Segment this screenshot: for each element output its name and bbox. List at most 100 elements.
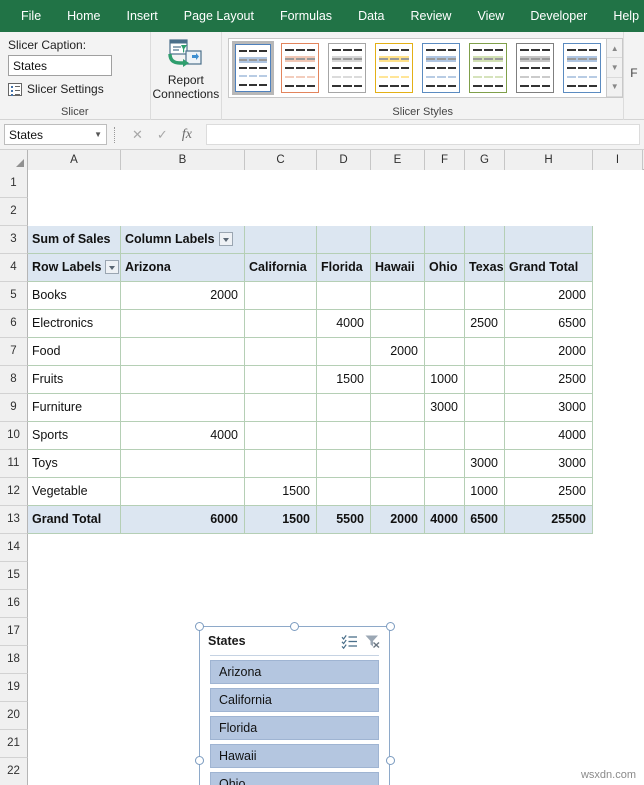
empty-cell[interactable] [371, 590, 425, 618]
empty-cell[interactable] [28, 702, 121, 730]
pivot-cell-value[interactable]: 3000 [425, 394, 465, 422]
pivot-cell-value[interactable]: 2500 [465, 310, 505, 338]
row-header-14[interactable]: 14 [0, 534, 28, 562]
select-all-corner[interactable] [0, 150, 28, 170]
pivot-header-blank[interactable] [317, 226, 371, 254]
column-labels-filter-button[interactable] [218, 231, 233, 246]
empty-cell[interactable] [465, 674, 505, 702]
pivot-cell-value[interactable] [245, 422, 317, 450]
slicer-item-arizona[interactable]: Arizona [210, 660, 379, 684]
empty-cell[interactable] [593, 534, 643, 562]
row-header-2[interactable]: 2 [0, 198, 28, 226]
row-header-1[interactable]: 1 [0, 170, 28, 198]
pivot-cell-value[interactable] [371, 282, 425, 310]
empty-cell[interactable] [245, 198, 317, 226]
empty-cell[interactable] [465, 534, 505, 562]
pivot-cell-value[interactable] [121, 394, 245, 422]
pivot-cell-value[interactable] [425, 338, 465, 366]
empty-cell[interactable] [121, 170, 245, 198]
pivot-row-label[interactable]: Books [28, 282, 121, 310]
empty-cell[interactable] [28, 674, 121, 702]
column-header-E[interactable]: E [371, 150, 425, 170]
empty-cell[interactable] [505, 646, 593, 674]
pivot-cell-value[interactable]: 2500 [505, 478, 593, 506]
pivot-grand-total-value[interactable]: 6500 [465, 506, 505, 534]
pivot-cell-value[interactable] [245, 338, 317, 366]
style-medium-green[interactable] [467, 41, 510, 95]
empty-cell[interactable] [245, 562, 317, 590]
gallery-scroll-down-icon[interactable]: ▼ [607, 58, 623, 78]
pivot-col-header-hawaii[interactable]: Hawaii [371, 254, 425, 282]
pivot-row-label[interactable]: Food [28, 338, 121, 366]
pivot-column-labels-cell[interactable]: Column Labels [121, 226, 245, 254]
row-header-19[interactable]: 19 [0, 674, 28, 702]
empty-cell[interactable] [593, 506, 643, 534]
empty-cell[interactable] [28, 198, 121, 226]
pivot-col-header-ohio[interactable]: Ohio [425, 254, 465, 282]
empty-cell[interactable] [28, 590, 121, 618]
style-light-orange[interactable] [279, 41, 322, 95]
name-box-chevron-down-icon[interactable]: ▼ [94, 130, 102, 139]
pivot-header-blank[interactable] [465, 226, 505, 254]
pivot-grand-total-value[interactable]: 4000 [425, 506, 465, 534]
pivot-cell-value[interactable] [425, 310, 465, 338]
row-header-13[interactable]: 13 [0, 506, 28, 534]
pivot-row-labels-cell[interactable]: Row Labels [28, 254, 121, 282]
slicer-states[interactable]: States Arizona California Florida Hawaii Ohi… [199, 626, 390, 785]
pivot-grand-total-value[interactable]: 5500 [317, 506, 371, 534]
pivot-cell-value[interactable]: 2500 [505, 366, 593, 394]
pivot-cell-value[interactable] [317, 478, 371, 506]
empty-cell[interactable] [425, 198, 465, 226]
ribbon-tab-review[interactable]: Review [397, 0, 464, 32]
pivot-cell-value[interactable]: 4000 [121, 422, 245, 450]
empty-cell[interactable] [593, 310, 643, 338]
style-dark-blue[interactable] [561, 41, 604, 95]
empty-cell[interactable] [593, 226, 643, 254]
cancel-formula-icon[interactable]: ✕ [132, 127, 143, 143]
pivot-cell-value[interactable] [465, 394, 505, 422]
pivot-cell-value[interactable] [121, 310, 245, 338]
empty-cell[interactable] [121, 534, 245, 562]
pivot-cell-value[interactable]: 1500 [317, 366, 371, 394]
row-header-20[interactable]: 20 [0, 702, 28, 730]
row-header-18[interactable]: 18 [0, 646, 28, 674]
pivot-col-header-texas[interactable]: Texas [465, 254, 505, 282]
pivot-cell-value[interactable] [425, 282, 465, 310]
pivot-cell-value[interactable]: 3000 [465, 450, 505, 478]
empty-cell[interactable] [425, 674, 465, 702]
pivot-row-label[interactable]: Vegetable [28, 478, 121, 506]
empty-cell[interactable] [425, 534, 465, 562]
row-header-8[interactable]: 8 [0, 366, 28, 394]
empty-cell[interactable] [28, 170, 121, 198]
slicer-item-hawaii[interactable]: Hawaii [210, 744, 379, 768]
multi-select-icon[interactable] [341, 634, 358, 649]
empty-cell[interactable] [505, 618, 593, 646]
pivot-grand-total-value[interactable]: 1500 [245, 506, 317, 534]
empty-cell[interactable] [505, 170, 593, 198]
empty-cell[interactable] [121, 590, 245, 618]
pivot-cell-value[interactable] [245, 450, 317, 478]
row-header-12[interactable]: 12 [0, 478, 28, 506]
empty-cell[interactable] [371, 562, 425, 590]
empty-cell[interactable] [465, 702, 505, 730]
empty-cell[interactable] [465, 618, 505, 646]
ribbon-tab-home[interactable]: Home [54, 0, 113, 32]
pivot-cell-value[interactable] [317, 422, 371, 450]
empty-cell[interactable] [121, 562, 245, 590]
pivot-cell-value[interactable] [371, 450, 425, 478]
pivot-cell-value[interactable] [465, 422, 505, 450]
empty-cell[interactable] [505, 730, 593, 758]
empty-cell[interactable] [593, 366, 643, 394]
pivot-cell-value[interactable] [371, 478, 425, 506]
column-header-B[interactable]: B [121, 150, 245, 170]
slicer-handle-middle-left[interactable] [194, 756, 204, 765]
slicer-caption-input[interactable] [8, 55, 112, 76]
pivot-cell-value[interactable]: 1500 [245, 478, 317, 506]
pivot-cell-value[interactable] [121, 478, 245, 506]
column-header-H[interactable]: H [505, 150, 593, 170]
column-header-G[interactable]: G [465, 150, 505, 170]
empty-cell[interactable] [505, 562, 593, 590]
pivot-cell-value[interactable] [371, 366, 425, 394]
empty-cell[interactable] [317, 170, 371, 198]
row-header-10[interactable]: 10 [0, 422, 28, 450]
